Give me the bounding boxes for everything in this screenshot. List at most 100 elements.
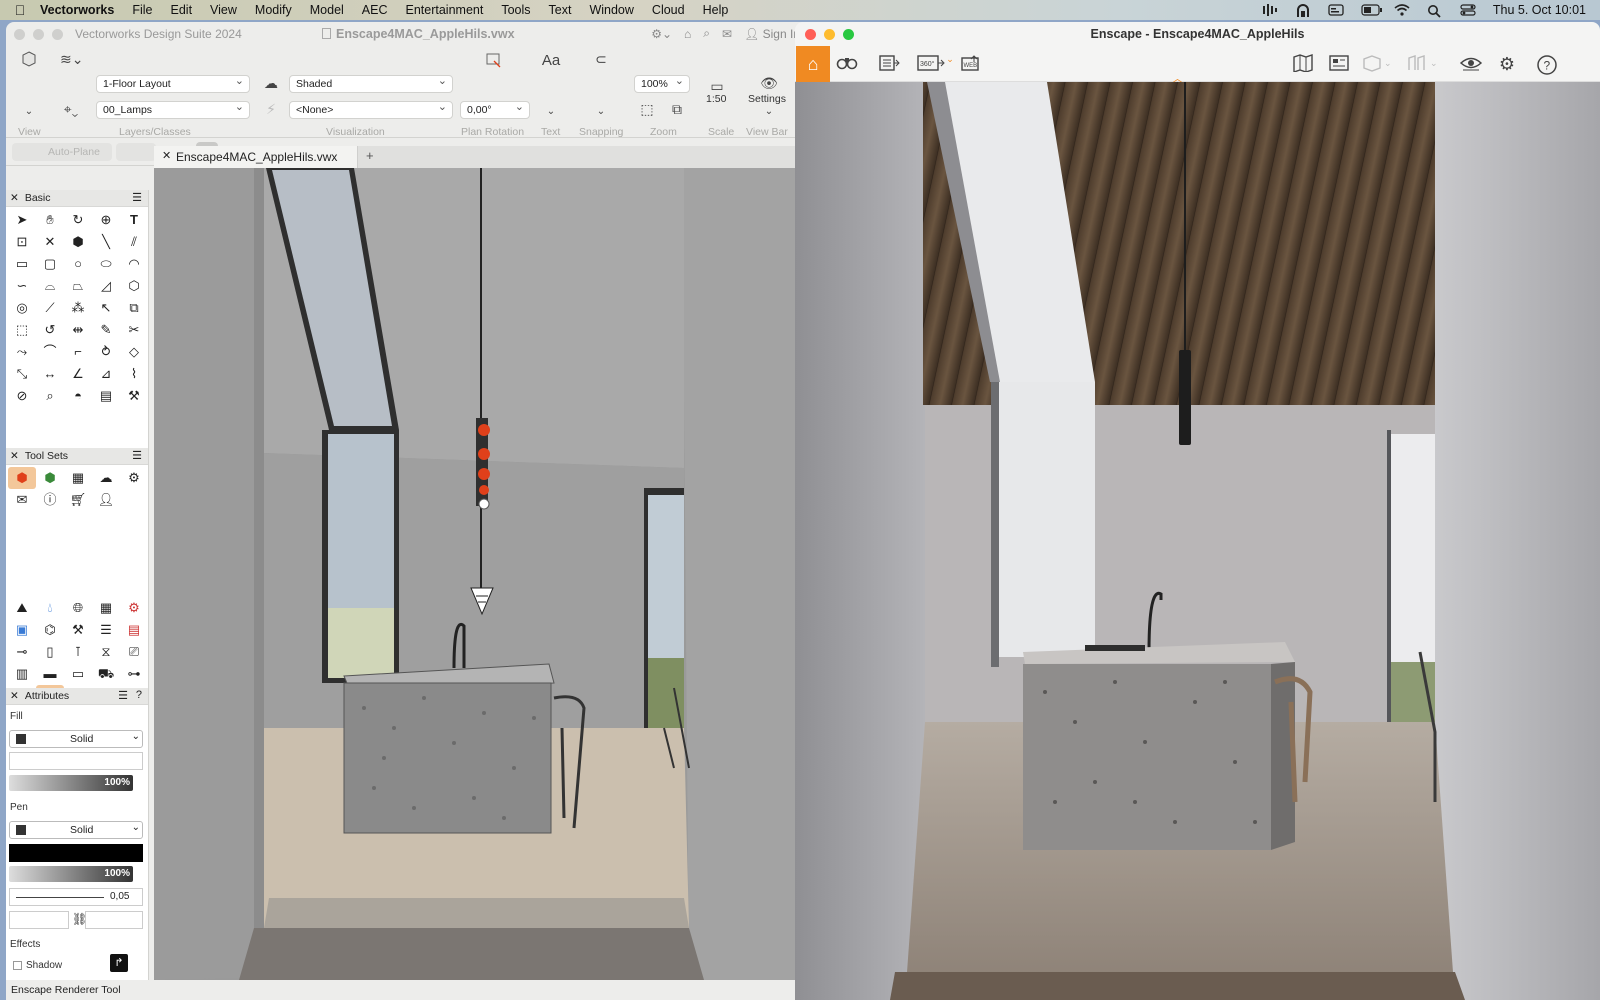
layer-select[interactable]: 1-Floor Layout [96,74,250,93]
door-toolset-icon[interactable]: ▯ [36,641,64,663]
enscape-toolset-icon[interactable]: ⬢ [8,467,36,489]
hammer-tool-icon[interactable]: ⚒ [120,385,148,407]
line-tool-icon[interactable]: ╲ [92,231,120,253]
vehicle-toolset-icon[interactable]: ⛟ [92,663,120,685]
settings-toolset-icon[interactable]: ⚙ [120,467,148,489]
selection-tool-icon[interactable]: ➤ [8,209,36,231]
fill-style-select[interactable]: Solid ⌄ [9,730,143,748]
end-marker-select[interactable] [85,911,143,929]
eye-icon[interactable]: 👁︎ [758,75,780,93]
table-toolset-icon[interactable]: ▭ [64,663,92,685]
panorama-dropdown-icon[interactable]: ⌄ [945,54,955,74]
plan-rotation-input[interactable]: 0,00° [460,100,530,119]
hamburger-icon[interactable]: ☰ [118,689,128,702]
display-toolset-icon[interactable]: ▣ [8,619,36,641]
freehand-tool-icon[interactable]: ∽ [8,275,36,297]
arc-tool-icon[interactable]: ◠ [120,253,148,275]
offset-tool-icon[interactable]: ⥁ [92,341,120,363]
magic-wand-tool-icon[interactable]: ⁂ [64,297,92,319]
settings-button[interactable]: Settings [748,93,786,105]
spiral-tool-icon[interactable]: ◎ [8,297,36,319]
auto-plane-toggle[interactable]: Auto-Plane [12,143,112,161]
mail-icon[interactable]: ✉ [722,27,732,41]
globe-toolset-icon[interactable]: 🌐︎ [64,597,92,619]
faucet-toolset-icon[interactable]: ⊺ [64,641,92,663]
battery-icon[interactable] [1361,4,1382,16]
panorama-360-icon[interactable]: 360° [913,54,949,74]
rounded-rect-tool-icon[interactable]: ▢ [36,253,64,275]
render-mode-select[interactable]: Shaded [289,74,453,93]
render-settings-icon[interactable] [1327,54,1351,74]
truck-toolset-icon[interactable]: ▤ [120,619,148,641]
wifi-icon[interactable] [1394,4,1410,16]
menu-clock[interactable]: Thu 5. Oct 10:01 [1493,3,1586,17]
angle-tool-icon[interactable]: ∠ [64,363,92,385]
user-toolset-icon[interactable]: 👤︎ [92,489,120,511]
home-icon[interactable]: ⌂ [796,46,830,82]
menu-view[interactable]: View [210,3,237,17]
callout-tool-icon[interactable]: ⊡ [8,231,36,253]
asset-library-icon[interactable]: ⌄ [1405,54,1439,74]
class-select[interactable]: 00_Lamps [96,100,250,119]
text-dropdown-icon[interactable]: ⌄ [540,106,562,124]
menu-model[interactable]: Model [310,3,344,17]
split-tool-icon[interactable]: ✂ [120,319,148,341]
clip-tool-icon[interactable]: ◇ [120,341,148,363]
protractor-tool-icon[interactable]: ◓ [64,385,92,407]
dimension-tool-icon[interactable]: ↔ [36,363,64,385]
machine-toolset-icon[interactable]: ⚙ [120,597,148,619]
eyedropper-tool-icon[interactable]: ⟋ [36,297,64,319]
rotate-tool-icon[interactable]: ↺ [36,319,64,341]
hamburger-icon[interactable]: ☰ [132,191,142,204]
ruler-toolset-icon[interactable]: ▬ [36,663,64,685]
spotlight-icon[interactable] [1427,4,1443,18]
circle-tool-icon[interactable]: ○ [64,253,92,275]
fit-to-window-icon[interactable]: ⬚ [636,101,658,119]
plane-select[interactable] [116,143,156,161]
close-icon[interactable]: ✕ [10,192,19,204]
control-center-icon[interactable] [1460,4,1476,16]
audio-icon[interactable] [1262,4,1278,16]
pen-opacity-slider[interactable]: 100% [9,866,133,882]
close-tab-icon[interactable]: ✕ [162,149,171,162]
deform-tool-icon[interactable]: ⊘ [8,385,36,407]
cart-toolset-icon[interactable]: 🛒︎ [64,489,92,511]
flyover-tool-icon[interactable]: ↻ [64,209,92,231]
angular-dimension-tool-icon[interactable]: ⊿ [92,363,120,385]
double-polygon-tool-icon[interactable]: ◿ [92,275,120,297]
shadow-checkbox[interactable] [13,961,22,970]
plan-rotation-icon[interactable] [482,50,504,68]
site-toolset-icon[interactable]: ⬢ [36,467,64,489]
snapping-dropdown-icon[interactable]: ⌄ [590,106,612,124]
visibility-tool-icon[interactable]: ↖ [92,297,120,319]
menu-file[interactable]: File [132,3,152,17]
pipe-toolset-icon[interactable]: ⌬ [36,619,64,641]
tools-toolset-icon[interactable]: ⚒ [64,619,92,641]
close-window-button[interactable] [14,28,25,40]
water-toolset-icon[interactable]: 💧︎ [36,597,64,619]
grid-toolset-icon[interactable]: ▦ [92,597,120,619]
zoom-window-button[interactable] [52,28,63,40]
menu-modify[interactable]: Modify [255,3,292,17]
help-icon[interactable]: ? [136,689,142,701]
home-icon[interactable]: ⌂ [684,27,691,41]
close-icon[interactable]: ✕ [10,690,19,702]
start-marker-select[interactable] [9,911,69,929]
add-tab-button[interactable]: + [366,148,374,163]
web-export-icon[interactable]: WEB [959,54,983,74]
trim-tool-icon[interactable]: ⤳ [8,341,36,363]
render-mode-icon[interactable]: ☁︎ [260,75,282,93]
display-icon[interactable] [1328,4,1344,16]
menu-entertainment[interactable]: Entertainment [406,3,484,17]
camera-toolset-icon[interactable]: ⎚ [120,641,148,663]
oval-tool-icon[interactable]: ⬭ [92,253,120,275]
pen-color-swatch[interactable] [9,844,143,862]
rigging-toolset-icon[interactable]: ⧖ [92,641,120,663]
pen-style-select[interactable]: Solid ⌄ [9,821,143,839]
cube-icon[interactable]: ⌄ [1361,54,1393,74]
locus-tool-icon[interactable]: ✕ [36,231,64,253]
menu-window[interactable]: Window [589,3,633,17]
regular-polygon-tool-icon[interactable]: ⬡ [120,275,148,297]
label-tool-icon[interactable]: ▤ [92,385,120,407]
zoom-tool-icon[interactable]: ⊕ [92,209,120,231]
